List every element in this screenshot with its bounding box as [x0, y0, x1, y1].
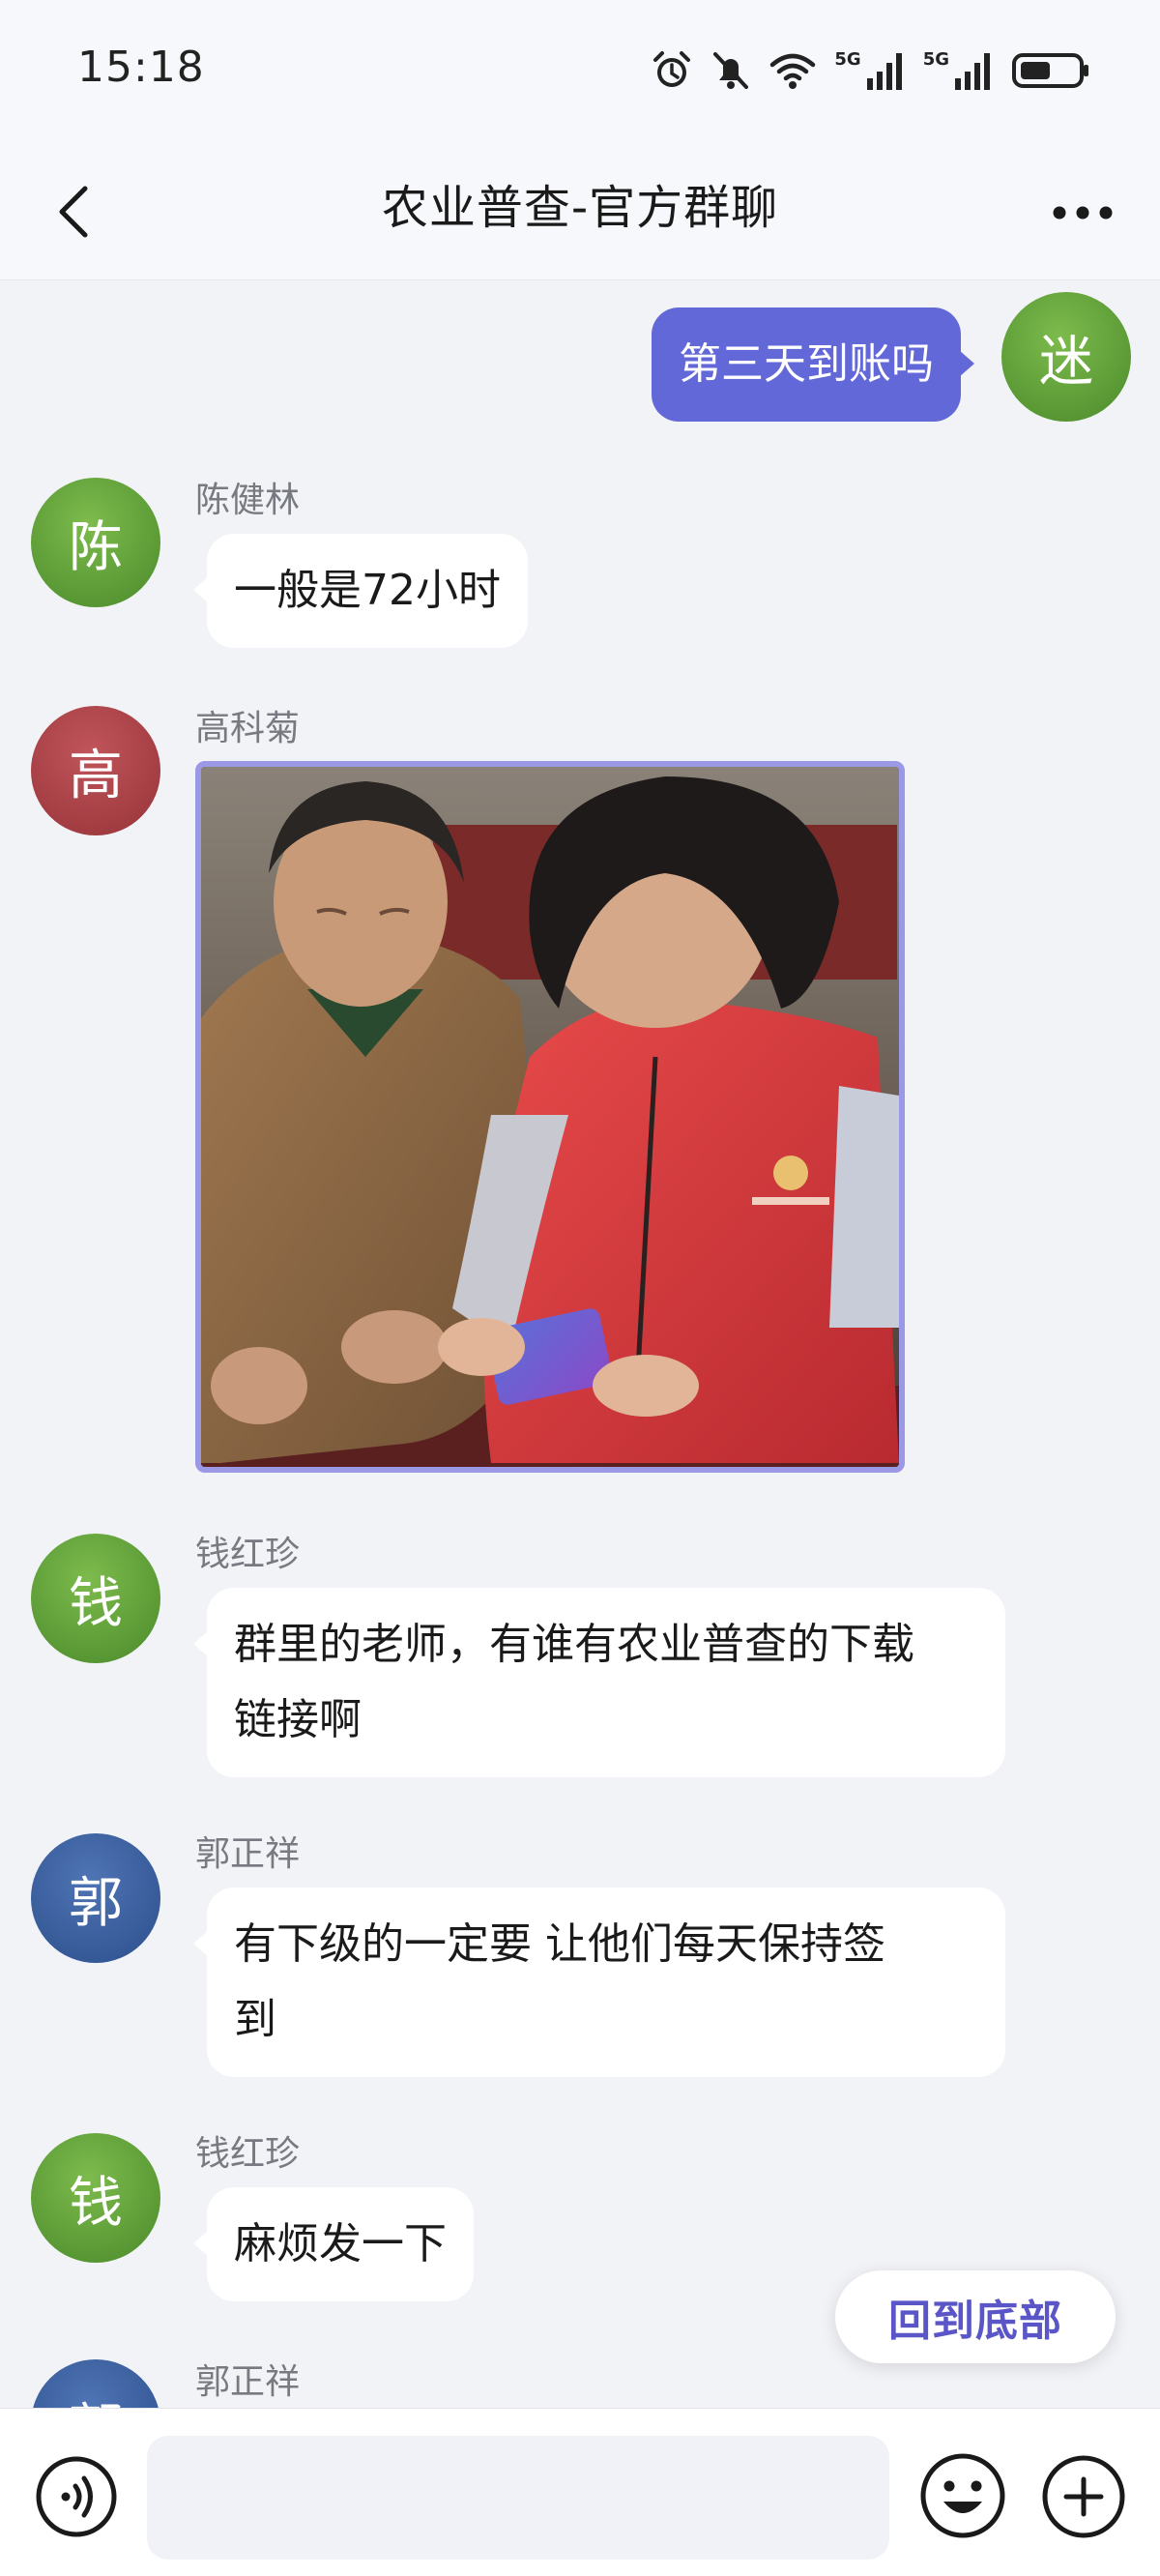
avatar-initial: 郭 [69, 1871, 123, 1935]
page-title: 农业普查-官方群聊 [381, 181, 779, 235]
message-text-line: 有下级的一定要 让他们每天保持签 [234, 1919, 885, 1969]
emoji-icon [920, 2453, 1005, 2538]
nav-bar: 农业普查-官方群聊 [0, 140, 1160, 280]
avatar[interactable]: 陈 [31, 478, 160, 607]
sender-name: 钱红珍 [195, 1535, 301, 1574]
more-button[interactable] [1044, 179, 1121, 247]
emoji-button[interactable] [918, 2451, 1007, 2540]
avatar-initial: 钱 [69, 1571, 123, 1635]
voice-button[interactable] [35, 2455, 118, 2538]
sender-name: 高科菊 [195, 709, 301, 748]
wifi-icon [770, 53, 816, 89]
message-text: 第三天到账吗 [679, 339, 934, 389]
signal-icon [955, 53, 990, 90]
scroll-to-bottom-button[interactable]: 回到底部 [835, 2270, 1116, 2363]
message-bubble-mine[interactable]: 第三天到账吗 [652, 307, 974, 422]
message-text-line: 群里的老师，有谁有农业普查的下载 [234, 1620, 914, 1669]
message-bubble[interactable]: 有下级的一定要 让他们每天保持签 到 [193, 1888, 1005, 2077]
status-icons: 5G 5G [651, 48, 1090, 93]
chat-area[interactable]: 第三天到账吗 迷 陈 陈健林 一般是72小时 高 高科菊 钱 钱红珍 群里的老师… [0, 280, 1160, 2408]
message-text: 一般是72小时 [234, 566, 501, 615]
network-label-2: 5G [922, 48, 949, 70]
avatar-initial: 陈 [69, 515, 123, 579]
message-bubble[interactable]: 群里的老师，有谁有农业普查的下载 链接啊 [193, 1588, 1005, 1777]
avatar[interactable]: 迷 [1001, 292, 1131, 422]
avatar-initial: 高 [69, 744, 123, 807]
more-actions-button[interactable] [1040, 2453, 1127, 2540]
message-input[interactable] [147, 2436, 889, 2560]
avatar[interactable]: 郭 [31, 1833, 160, 1963]
avatar-initial: 郭 [69, 2386, 123, 2409]
avatar-initial: 钱 [69, 2171, 123, 2235]
sender-name: 钱红珍 [195, 2134, 301, 2174]
sender-name: 郭正祥 [195, 1834, 301, 1874]
message-text-line: 到 [234, 1995, 276, 2044]
status-time: 15:18 [77, 43, 205, 92]
avatar[interactable]: 钱 [31, 1534, 160, 1663]
mute-icon [713, 52, 749, 89]
input-bar [0, 2408, 1160, 2576]
voice-icon [36, 2456, 117, 2537]
plus-circle-icon [1042, 2455, 1125, 2538]
alarm-icon [653, 51, 691, 87]
avatar[interactable]: 钱 [31, 2133, 160, 2263]
avatar-initial: 迷 [1039, 330, 1093, 394]
network-label-1: 5G [834, 48, 861, 70]
status-bar: 15:18 5G 5G [0, 0, 1160, 140]
more-dots-icon [1053, 206, 1113, 220]
message-text: 麻烦发一下 [234, 2219, 447, 2269]
battery-icon [1012, 53, 1088, 88]
avatar[interactable]: 郭 [31, 2359, 160, 2408]
scroll-to-bottom-label: 回到底部 [888, 2297, 1062, 2346]
message-text-line: 链接啊 [234, 1695, 362, 1744]
image-message[interactable] [195, 761, 905, 1473]
signal-icon [866, 53, 902, 90]
sender-name: 郭正祥 [195, 2362, 301, 2402]
avatar[interactable]: 高 [31, 706, 160, 835]
message-bubble[interactable]: 一般是72小时 [193, 534, 528, 648]
sender-name: 陈健林 [195, 481, 301, 520]
photo-image [201, 767, 899, 1467]
message-bubble[interactable]: 麻烦发一下 [193, 2187, 474, 2301]
